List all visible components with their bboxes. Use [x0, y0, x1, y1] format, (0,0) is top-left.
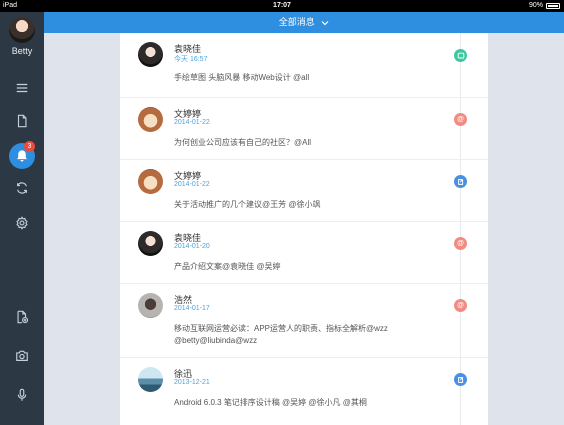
list-item[interactable]: 浩然 2014-01-17 移动互联网运营必读：APP运营人的职责、指标全解析@… — [120, 284, 488, 358]
document-icon[interactable] — [0, 109, 44, 133]
comment-icon — [454, 49, 467, 62]
camera-icon[interactable] — [0, 344, 44, 368]
clock: 17:07 — [273, 2, 291, 9]
message-text[interactable]: Android 6.0.3 笔记排序设计稿 @吴婷 @徐小凡 @其桐 — [174, 397, 434, 409]
message-text[interactable]: 关于活动推广的几个建议@王芳 @徐小飒 — [174, 199, 434, 211]
menu-icon[interactable] — [0, 76, 44, 100]
header-title[interactable]: 全部消息 — [279, 17, 315, 27]
edit-icon — [454, 373, 467, 386]
avatar[interactable] — [138, 231, 163, 256]
mention-icon: @ — [454, 237, 467, 250]
list-item[interactable]: 文婷婷 2014-01-22 关于活动推广的几个建议@王芳 @徐小飒 — [120, 160, 488, 222]
timestamp: 2014-01-22 — [174, 181, 210, 188]
status-bar: iPad 17:07 90% — [0, 0, 564, 12]
edit-icon — [454, 175, 467, 188]
list-item[interactable]: 袁晓佳 今天 16:57 手绘草图 头脑风暴 移动Web设计 @all — [120, 33, 488, 98]
chevron-down-icon[interactable] — [321, 20, 329, 26]
header-bar[interactable]: 全部消息 — [44, 12, 564, 33]
mention-icon: @ — [454, 299, 467, 312]
refresh-icon[interactable] — [0, 176, 44, 200]
message-feed[interactable]: 袁晓佳 今天 16:57 手绘草图 头脑风暴 移动Web设计 @all 文婷婷 … — [120, 33, 488, 425]
avatar[interactable] — [9, 17, 35, 43]
timestamp: 2014-01-20 — [174, 243, 210, 250]
battery-icon — [546, 3, 560, 9]
list-item[interactable]: 文婷婷 2014-01-22 为何创业公司应该有自己的社区？@All @ — [120, 98, 488, 160]
avatar[interactable] — [138, 42, 163, 67]
message-text[interactable]: 移动互联网运营必读：APP运营人的职责、指标全解析@wzz @betty@liu… — [174, 323, 434, 347]
avatar[interactable] — [138, 293, 163, 318]
avatar[interactable] — [138, 107, 163, 132]
timestamp: 今天 16:57 — [174, 56, 208, 63]
message-text[interactable]: 手绘草图 头脑风暴 移动Web设计 @all — [174, 72, 434, 84]
sidebar: Betty 3 — [0, 12, 44, 425]
timestamp: 2014-01-22 — [174, 119, 210, 126]
battery-indicator: 90% — [529, 0, 560, 12]
user-name: Betty — [11, 46, 33, 56]
microphone-icon[interactable] — [0, 383, 44, 407]
battery-percent: 90% — [528, 2, 543, 9]
avatar[interactable] — [138, 367, 163, 392]
timestamp: 2014-01-17 — [174, 305, 210, 312]
mention-icon: @ — [454, 113, 467, 126]
list-item[interactable]: 袁晓佳 2014-01-20 产品介绍文案@袁晓佳 @吴婷 @ — [120, 222, 488, 284]
timestamp: 2013-12-21 — [174, 379, 210, 386]
settings-icon[interactable] — [0, 211, 44, 235]
list-item[interactable]: 徐迅 2013-12-21 Android 6.0.3 笔记排序设计稿 @吴婷 … — [120, 358, 488, 425]
message-text[interactable]: 产品介绍文案@袁晓佳 @吴婷 — [174, 261, 434, 273]
new-document-icon[interactable] — [0, 305, 44, 329]
avatar[interactable] — [138, 169, 163, 194]
notification-badge: 3 — [24, 141, 35, 152]
profile[interactable]: Betty — [0, 17, 44, 56]
message-text[interactable]: 为何创业公司应该有自己的社区？@All — [174, 137, 434, 149]
